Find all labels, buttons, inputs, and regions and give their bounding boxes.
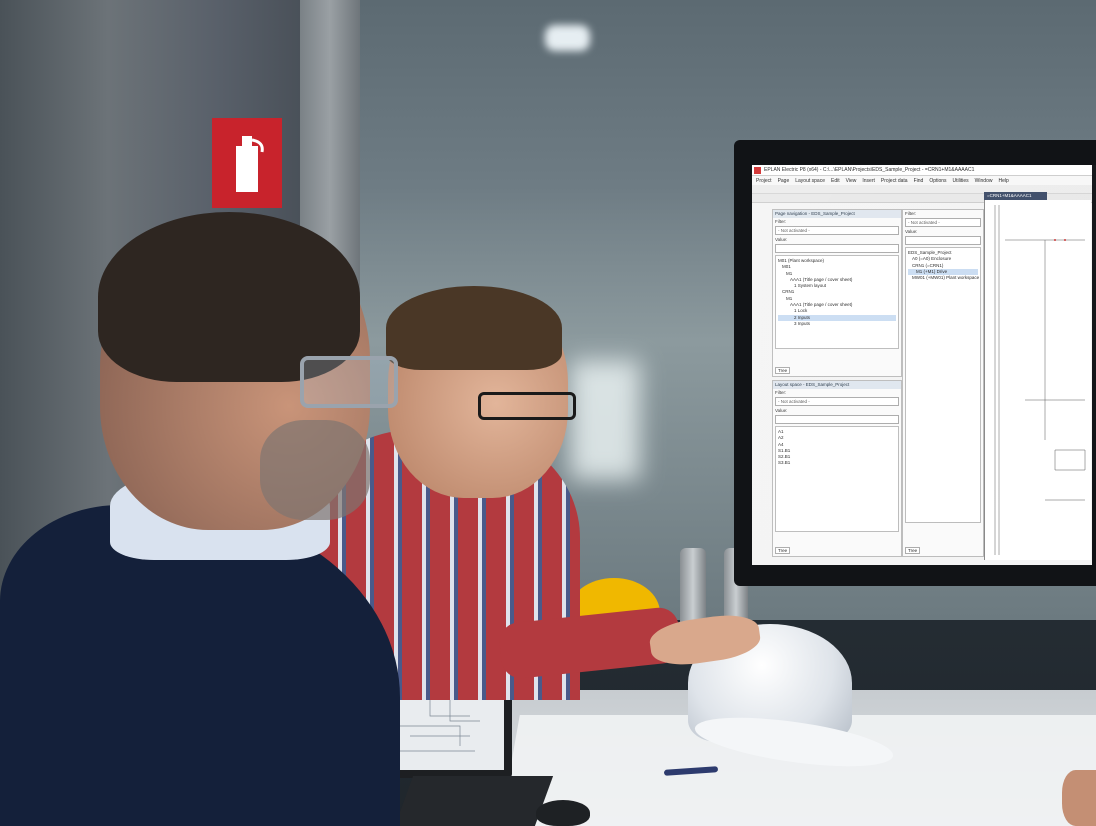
filter-dropdown[interactable]: - Not activated - (905, 218, 981, 227)
schematic-lines (994, 205, 1086, 555)
tree-tab[interactable]: Tree (775, 547, 791, 554)
menu-item-window[interactable]: Window (975, 178, 993, 184)
value-label: Value: (775, 237, 788, 242)
menu-item-view[interactable]: View (846, 178, 857, 184)
page-tree: M01 (Plant workspace) M01 M1 AAA1 (Title… (775, 255, 899, 349)
filter-label: Filter: (775, 219, 787, 224)
menu-item-utilities[interactable]: Utilities (953, 178, 969, 184)
filter-label: Filter: (775, 390, 787, 395)
bottle-left (680, 548, 706, 628)
layout-tree: A1 A2 A4 S1.B1 S2.B1 S3.B1 (775, 426, 899, 532)
menu-item-layout-space[interactable]: Layout space (795, 178, 825, 184)
tree-item[interactable]: 3 Inputs (778, 321, 896, 327)
layout-space-pane: Layout space - EDS_Sample_Project Filter… (772, 380, 902, 557)
window-bright-spot (570, 360, 640, 480)
extinguisher-icon (236, 136, 264, 192)
menu-item-options[interactable]: Options (929, 178, 946, 184)
tree-item[interactable]: S3.B1 (778, 460, 896, 466)
mouse (536, 800, 590, 826)
menu-item-edit[interactable]: Edit (831, 178, 840, 184)
monitor-screen: EPLAN Electric P8 (x64) - C:\...\EPLAN\P… (752, 165, 1096, 565)
tree-item[interactable]: MW01 (+MW01) Plant workspace (908, 275, 979, 281)
value-input[interactable] (775, 244, 899, 253)
fire-extinguisher-sign (212, 118, 282, 208)
menu-item-project[interactable]: Project (756, 178, 772, 184)
laptop-base (394, 776, 554, 826)
menu-item-page[interactable]: Page (778, 178, 790, 184)
schematic-drawing-area[interactable] (984, 200, 1091, 560)
person-plaid-hair (386, 286, 562, 370)
person-navy-glasses (300, 356, 398, 408)
window-title: EPLAN Electric P8 (x64) - C:\...\EPLAN\P… (764, 167, 975, 173)
menu-item-find[interactable]: Find (914, 178, 924, 184)
value-label: Value: (775, 408, 788, 413)
menu-item-help[interactable]: Help (998, 178, 1008, 184)
filter-dropdown[interactable]: - Not activated - (775, 226, 899, 235)
tree-tab[interactable]: Tree (905, 547, 921, 554)
menu-item-project-data[interactable]: Project data (881, 178, 908, 184)
page-navigation-pane: Page navigation - EDS_Sample_Project Fil… (772, 209, 902, 377)
person-right-edge-hand (1062, 770, 1096, 826)
person-plaid-glasses (478, 392, 576, 420)
ceiling-light (545, 25, 590, 51)
tree-tab[interactable]: Tree (775, 367, 791, 374)
office-scene: EPLAN Electric P8 (x64) - C:\...\EPLAN\P… (0, 0, 1096, 826)
value-label: Value: (905, 229, 918, 234)
eplan-app-icon (754, 166, 761, 174)
value-input[interactable] (905, 236, 981, 245)
person-navy-beard (260, 420, 370, 520)
value-input[interactable] (775, 415, 899, 424)
menubar: Project Page Layout space Edit View Inse… (752, 176, 1092, 185)
device-navigation-pane: Filter: - Not activated - Value: EDS_Sam… (902, 209, 984, 557)
filter-label: Filter: (905, 211, 917, 216)
page-navigation-title: Page navigation - EDS_Sample_Project (773, 210, 901, 218)
window-titlebar: EPLAN Electric P8 (x64) - C:\...\EPLAN\P… (752, 165, 1092, 176)
menu-item-insert[interactable]: Insert (862, 178, 875, 184)
layout-space-title: Layout space - EDS_Sample_Project (773, 381, 901, 389)
drawing-tab[interactable]: =CRN1+M1&AAAAC1 (984, 192, 1047, 200)
eplan-window: EPLAN Electric P8 (x64) - C:\...\EPLAN\P… (752, 165, 1092, 565)
filter-dropdown[interactable]: - Not activated - (775, 397, 899, 406)
device-tree: EDS_Sample_Project A0 (=A0) Enclosure CR… (905, 247, 981, 523)
